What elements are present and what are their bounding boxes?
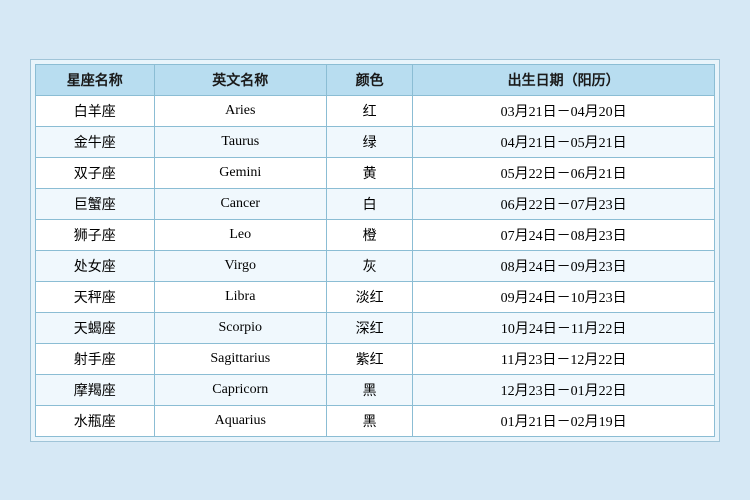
table-row: 天秤座Libra淡红09月24日－10月23日 [36, 281, 715, 312]
cell-zh: 摩羯座 [36, 374, 155, 405]
cell-color: 红 [326, 95, 412, 126]
cell-color: 黑 [326, 374, 412, 405]
table-row: 处女座Virgo灰08月24日－09月23日 [36, 250, 715, 281]
cell-color: 灰 [326, 250, 412, 281]
table-row: 射手座Sagittarius紫红11月23日－12月22日 [36, 343, 715, 374]
cell-en: Gemini [154, 157, 326, 188]
cell-date: 11月23日－12月22日 [413, 343, 715, 374]
cell-zh: 金牛座 [36, 126, 155, 157]
cell-en: Capricorn [154, 374, 326, 405]
zodiac-table: 星座名称 英文名称 颜色 出生日期（阳历） 白羊座Aries红03月21日－04… [35, 64, 715, 437]
cell-color: 绿 [326, 126, 412, 157]
cell-date: 10月24日－11月22日 [413, 312, 715, 343]
cell-date: 07月24日－08月23日 [413, 219, 715, 250]
cell-date: 03月21日－04月20日 [413, 95, 715, 126]
cell-color: 淡红 [326, 281, 412, 312]
cell-en: Sagittarius [154, 343, 326, 374]
table-row: 水瓶座Aquarius黑01月21日－02月19日 [36, 405, 715, 436]
cell-date: 01月21日－02月19日 [413, 405, 715, 436]
cell-en: Libra [154, 281, 326, 312]
cell-en: Cancer [154, 188, 326, 219]
cell-en: Scorpio [154, 312, 326, 343]
cell-color: 黄 [326, 157, 412, 188]
zodiac-table-container: 星座名称 英文名称 颜色 出生日期（阳历） 白羊座Aries红03月21日－04… [30, 59, 720, 442]
table-row: 巨蟹座Cancer白06月22日－07月23日 [36, 188, 715, 219]
cell-en: Leo [154, 219, 326, 250]
header-zh: 星座名称 [36, 64, 155, 95]
header-date: 出生日期（阳历） [413, 64, 715, 95]
cell-zh: 天蝎座 [36, 312, 155, 343]
table-row: 天蝎座Scorpio深红10月24日－11月22日 [36, 312, 715, 343]
cell-zh: 双子座 [36, 157, 155, 188]
cell-zh: 巨蟹座 [36, 188, 155, 219]
cell-zh: 射手座 [36, 343, 155, 374]
cell-en: Aries [154, 95, 326, 126]
cell-zh: 狮子座 [36, 219, 155, 250]
header-en: 英文名称 [154, 64, 326, 95]
cell-color: 黑 [326, 405, 412, 436]
cell-color: 白 [326, 188, 412, 219]
cell-en: Taurus [154, 126, 326, 157]
table-row: 金牛座Taurus绿04月21日－05月21日 [36, 126, 715, 157]
table-row: 狮子座Leo橙07月24日－08月23日 [36, 219, 715, 250]
cell-color: 紫红 [326, 343, 412, 374]
cell-date: 05月22日－06月21日 [413, 157, 715, 188]
table-body: 白羊座Aries红03月21日－04月20日金牛座Taurus绿04月21日－0… [36, 95, 715, 436]
table-row: 摩羯座Capricorn黑12月23日－01月22日 [36, 374, 715, 405]
table-header-row: 星座名称 英文名称 颜色 出生日期（阳历） [36, 64, 715, 95]
cell-date: 08月24日－09月23日 [413, 250, 715, 281]
cell-date: 04月21日－05月21日 [413, 126, 715, 157]
table-row: 白羊座Aries红03月21日－04月20日 [36, 95, 715, 126]
cell-date: 06月22日－07月23日 [413, 188, 715, 219]
cell-date: 12月23日－01月22日 [413, 374, 715, 405]
cell-zh: 水瓶座 [36, 405, 155, 436]
cell-color: 深红 [326, 312, 412, 343]
table-row: 双子座Gemini黄05月22日－06月21日 [36, 157, 715, 188]
cell-date: 09月24日－10月23日 [413, 281, 715, 312]
cell-en: Virgo [154, 250, 326, 281]
cell-en: Aquarius [154, 405, 326, 436]
cell-zh: 天秤座 [36, 281, 155, 312]
header-color: 颜色 [326, 64, 412, 95]
cell-zh: 处女座 [36, 250, 155, 281]
cell-zh: 白羊座 [36, 95, 155, 126]
cell-color: 橙 [326, 219, 412, 250]
